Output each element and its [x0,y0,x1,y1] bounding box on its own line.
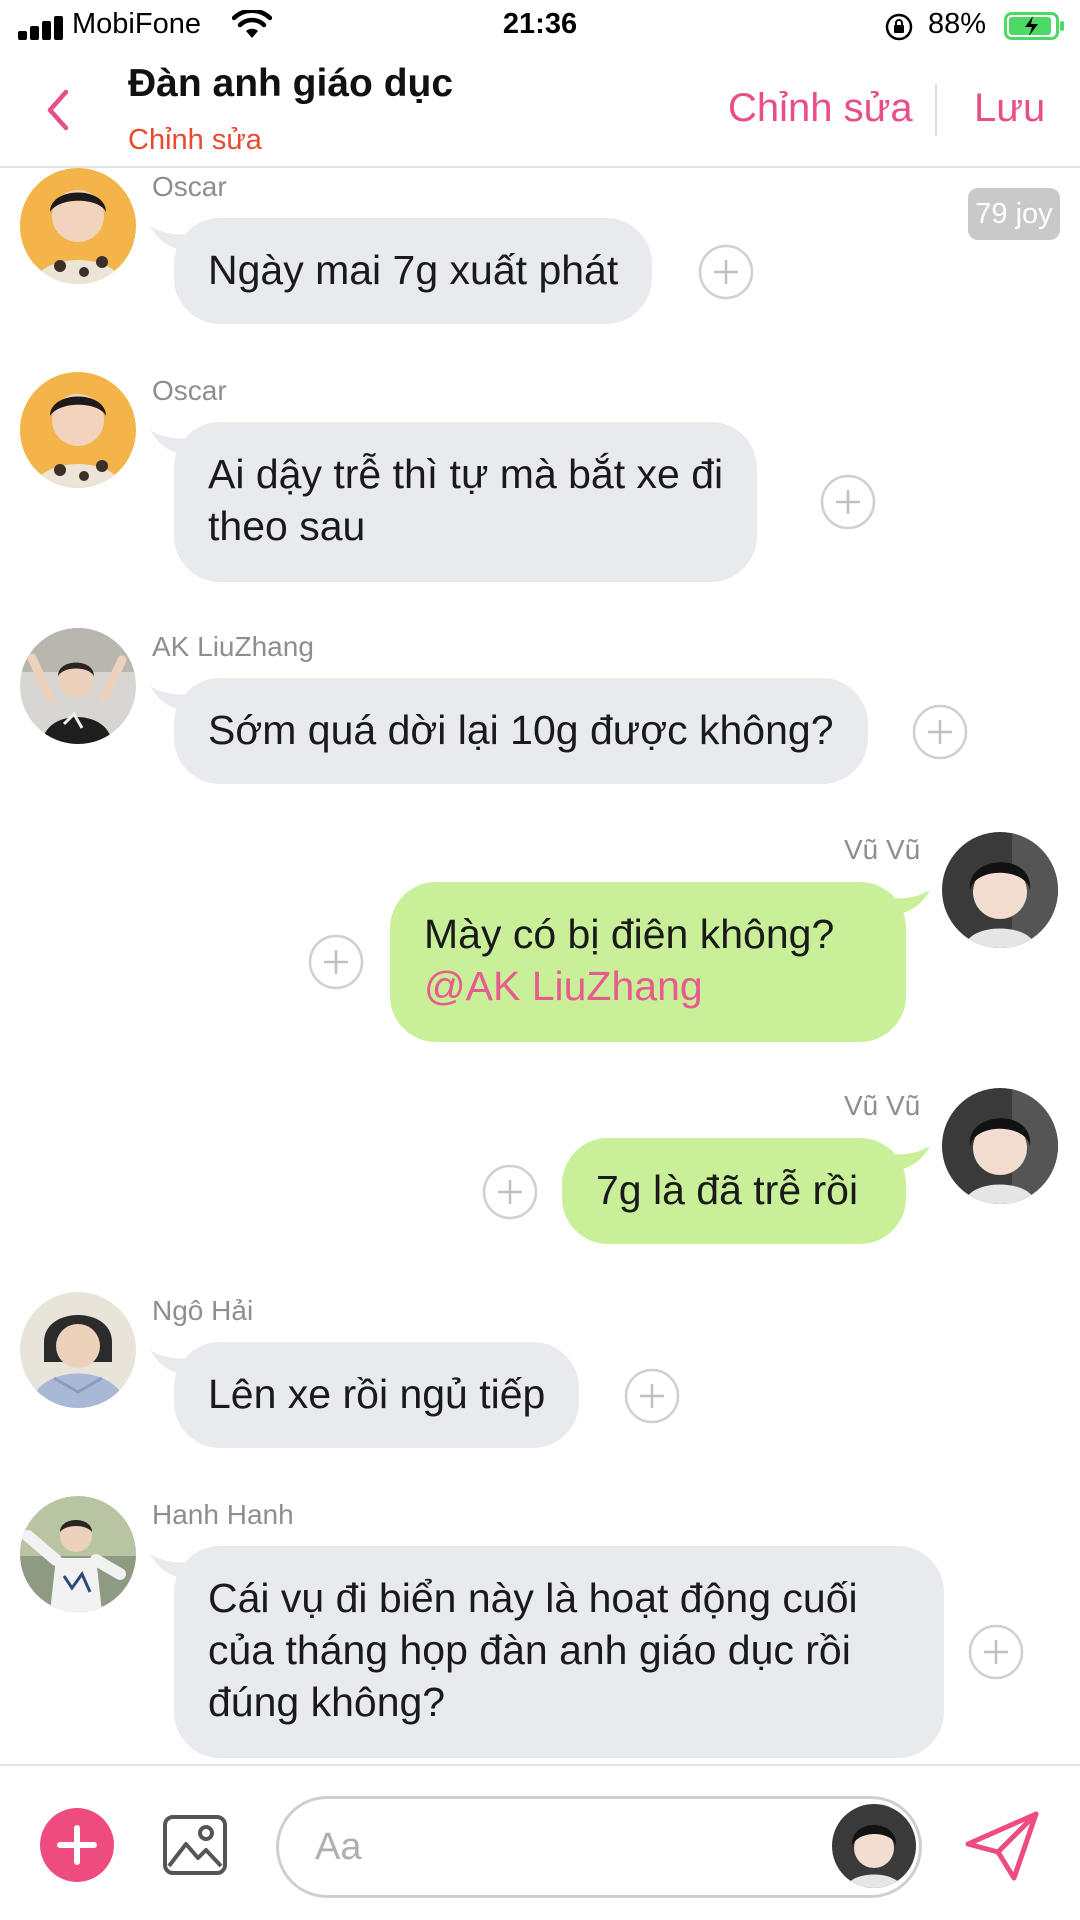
avatar[interactable] [20,168,136,284]
reaction-add-icon[interactable] [698,244,754,300]
avatar[interactable] [20,1496,136,1612]
composer [0,1764,1080,1920]
sender-name: AK LiuZhang [152,631,314,662]
message-bubble[interactable]: Cái vụ đi biển này là hoạt động cuối của… [174,1546,944,1758]
plus-icon [57,1825,97,1865]
battery-percent: 88% [928,8,987,40]
avatar[interactable] [20,372,136,488]
rotation-lock-icon [885,13,913,41]
message-text-line: đúng không? [208,1679,446,1725]
message-input[interactable] [276,1796,922,1898]
message-text-line: Ai dậy trễ thì tự mà bắt xe đi [208,451,724,497]
message-bubble[interactable]: Ai dậy trễ thì tự mà bắt xe đi theo sau [174,422,758,582]
avatar[interactable] [20,1292,136,1408]
timestamp-badge: 79 joy [968,188,1060,240]
message-text: Ngày mai 7g xuất phát [208,247,619,293]
sender-name: Oscar [152,375,227,406]
battery-icon [1004,12,1064,40]
back-icon[interactable] [40,86,76,134]
message-bubble[interactable]: Lên xe rồi ngủ tiếp [174,1342,580,1448]
sender-name: Vũ Vũ [844,1090,921,1121]
sender-name: Vũ Vũ [844,834,921,865]
message-bubble[interactable]: 7g là đã trễ rồi [562,1138,906,1244]
avatar[interactable] [942,832,1058,948]
sender-name: Hanh Hanh [152,1499,294,1530]
status-bar: MobiFone 21:36 88% [0,0,1080,56]
message-text: 7g là đã trễ rồi [596,1167,859,1213]
edit-button[interactable]: Chỉnh sửa [728,86,913,131]
chat-title: Đàn anh giáo dục [128,62,454,105]
message-text-line: theo sau [208,503,366,549]
message-bubble[interactable]: Ngày mai 7g xuất phát [174,218,653,324]
message-bubble[interactable]: Mày có bị điên không? @AK LiuZhang [390,882,906,1042]
reaction-add-icon[interactable] [820,474,876,530]
message-text-line: Cái vụ đi biển này là hoạt động cuối [208,1575,858,1621]
message-text: Lên xe rồi ngủ tiếp [208,1371,546,1417]
chat-header: Đàn anh giáo dục Chỉnh sửa Chỉnh sửa Lưu [0,56,1080,168]
header-divider [935,84,937,136]
message-text: Mày có bị điên không? [424,911,835,957]
avatar[interactable] [942,1088,1058,1204]
avatar[interactable] [832,1804,916,1888]
reaction-add-icon[interactable] [308,934,364,990]
reaction-add-icon[interactable] [482,1164,538,1220]
reaction-add-icon[interactable] [912,704,968,760]
message-bubble[interactable]: Sớm quá dời lại 10g được không? [174,678,868,784]
sender-name: Ngô Hải [152,1295,254,1326]
message-text-line: của tháng họp đàn anh giáo dục rồi [208,1627,851,1673]
send-icon[interactable] [962,1808,1042,1884]
reaction-add-icon[interactable] [624,1368,680,1424]
sender-name: Oscar [152,171,227,202]
mention-link[interactable]: @AK LiuZhang [424,960,872,1012]
clock: 21:36 [502,8,578,40]
chat-subtitle[interactable]: Chỉnh sửa [128,124,262,157]
reaction-add-icon[interactable] [968,1624,1024,1680]
message-text: Sớm quá dời lại 10g được không? [208,707,834,753]
avatar[interactable] [20,628,136,744]
save-button[interactable]: Lưu [974,86,1045,131]
plus-button[interactable] [40,1808,114,1882]
image-icon[interactable] [160,1810,230,1880]
